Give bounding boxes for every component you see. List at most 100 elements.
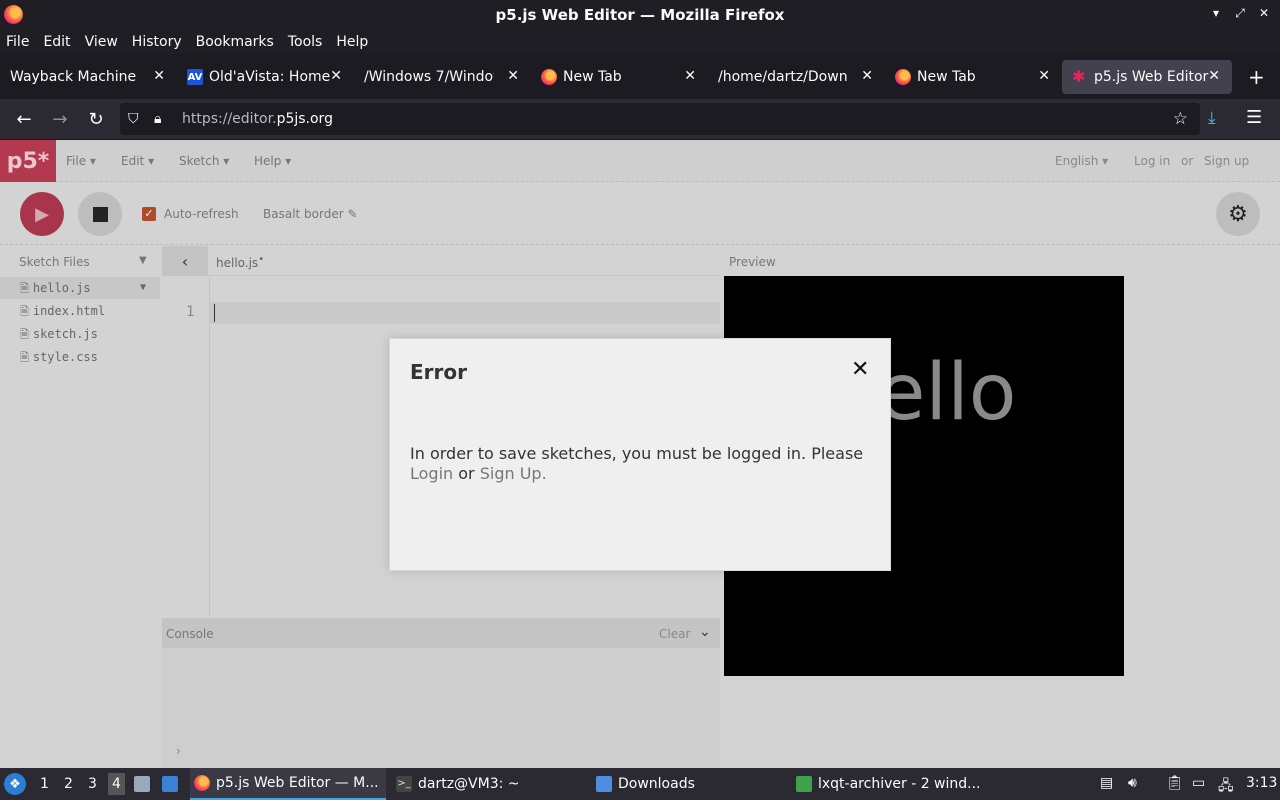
start-menu-icon[interactable]: ❖ [4,773,26,795]
firefox-logo-icon [4,5,23,24]
gear-icon: ⚙ [1228,201,1248,227]
file-item-sketch-js[interactable]: 🗎︎ sketch.js [0,323,160,345]
tab-newtab-1[interactable]: New Tab ✕ [531,60,708,94]
file-name: sketch.js [32,327,98,341]
tab-label: Wayback Machine [10,69,137,85]
modal-signup-link[interactable]: Sign Up [480,464,542,483]
menu-view[interactable]: View [85,34,118,50]
p5-menu-file[interactable]: File ▾ [66,154,96,168]
taskbar-app-firefox[interactable]: p5.js Web Editor — M... [190,768,386,800]
volume-icon[interactable]: 🔊︎ [1128,775,1137,791]
tab-close-icon[interactable]: ✕ [330,68,342,84]
workspace-1[interactable]: 1 [40,776,49,792]
collapse-sidebar-button[interactable]: ‹ [162,246,208,276]
tab-close-icon[interactable]: ✕ [1038,68,1050,84]
workspace-3[interactable]: 3 [88,776,97,792]
file-item-hello-js[interactable]: 🗎︎ hello.js ▼ [0,277,160,299]
workspace-4[interactable]: 4 [108,773,125,795]
console-clear-button[interactable]: Clear [659,627,690,641]
sketch-name[interactable]: Basalt border ✎ [263,207,358,221]
settings-button[interactable]: ⚙ [1216,192,1260,236]
hamburger-menu-icon[interactable]: ☰ [1246,107,1262,128]
minimize-button[interactable]: ▾ [1208,6,1224,21]
p5-menu-help[interactable]: Help ▾ [254,154,291,168]
stop-button[interactable] [78,192,122,236]
firefox-icon [895,69,911,85]
tab-newtab-2[interactable]: New Tab ✕ [885,60,1062,94]
workspace-2[interactable]: 2 [64,776,73,792]
chevron-down-icon[interactable]: ⌄ [699,624,711,640]
menu-bookmarks[interactable]: Bookmarks [196,34,274,50]
clipboard-icon[interactable]: 📋︎ [1166,775,1184,791]
auto-refresh-checkbox[interactable]: ✓ [142,207,156,221]
p5-menu-label: Help [254,154,282,168]
shield-icon[interactable]: ⛉ [128,111,146,127]
login-link[interactable]: Log in [1134,154,1170,168]
or-text: or [1181,154,1194,168]
url-text[interactable]: https://editor.p5js.org [182,111,333,127]
taskbar-app-terminal[interactable]: >_ dartz@VM3: ~ [396,768,520,800]
close-window-button[interactable]: ✕ [1256,6,1272,21]
forward-arrow-icon[interactable]: → [42,109,78,130]
bookmark-star-icon[interactable]: ☆ [1173,109,1188,129]
file-name: index.html [32,304,106,318]
download-icon[interactable]: ⤓ [1208,108,1216,128]
pencil-icon[interactable]: ✎ [348,207,358,221]
play-button[interactable]: ▶ [20,192,64,236]
close-icon[interactable]: ✕ [851,357,869,382]
tab-label: New Tab [917,69,976,85]
menu-edit[interactable]: Edit [43,34,70,50]
chevron-down-icon[interactable]: ▼ [139,255,147,266]
url-bar[interactable]: ⛉ 🔒︎ https://editor.p5js.org ☆ [120,103,1200,135]
language-select[interactable]: English ▾ [1055,154,1108,168]
tab-close-icon[interactable]: ✕ [1208,68,1220,84]
back-arrow-icon[interactable]: ← [6,109,42,130]
sketch-files-sidebar: Sketch Files ▼ 🗎︎ hello.js ▼ 🗎︎ index.html… [0,246,160,768]
file-item-index-html[interactable]: 🗎︎ index.html [0,300,160,322]
tab-p5-editor[interactable]: ✱ p5.js Web Editor ✕ [1062,60,1232,94]
line-gutter: 1 [162,277,210,616]
new-tab-button[interactable]: + [1248,65,1265,89]
file-name: hello.js [32,281,91,295]
p5-menu-label: File [66,154,87,168]
clock[interactable]: 3:13 [1246,775,1277,791]
taskbar-app-downloads[interactable]: Downloads [596,768,695,800]
monitor-icon[interactable]: ▭ [1192,775,1205,791]
tab-close-icon[interactable]: ✕ [153,68,165,84]
show-desktop-icon[interactable] [134,768,156,800]
modal-login-link[interactable]: Login [410,464,453,483]
menu-help[interactable]: Help [336,34,368,50]
tab-windows7[interactable]: /Windows 7/Windows ✕ [354,60,531,94]
reload-icon[interactable]: ↻ [78,109,114,130]
menu-history[interactable]: History [132,34,182,50]
p5-menu-edit[interactable]: Edit ▾ [121,154,154,168]
file-item-style-css[interactable]: 🗎︎ style.css [0,346,160,368]
chevron-down-icon[interactable]: ▼ [140,277,146,299]
console-prompt-icon[interactable]: › [176,744,181,758]
notes-icon[interactable]: ▤ [1100,775,1113,791]
tab-close-icon[interactable]: ✕ [684,68,696,84]
taskbar-app-archiver[interactable]: lxqt-archiver - 2 wind... [796,768,981,800]
tab-wayback[interactable]: Wayback Machine ✕ [0,60,177,94]
tab-close-icon[interactable]: ✕ [861,68,873,84]
network-icon[interactable]: 🖧︎ [1218,775,1234,799]
maximize-button[interactable]: ⤢ [1232,6,1248,21]
modal-title: Error [410,360,467,384]
tab-close-icon[interactable]: ✕ [507,68,519,84]
p5-logo[interactable]: p5* [0,140,56,182]
files-launcher-icon[interactable] [162,768,184,800]
lock-icon[interactable]: 🔒︎ [154,111,172,127]
code-line[interactable] [210,302,720,324]
line-number: 1 [186,304,195,320]
console-output [162,648,720,768]
file-icon: 🗎︎ [20,328,29,341]
tab-oldavista[interactable]: AV Old'aVista: Home ✕ [177,60,354,94]
signup-link[interactable]: Sign up [1204,154,1249,168]
menu-tools[interactable]: Tools [288,34,323,50]
console-panel: Console Clear ⌄ › [162,618,720,768]
tab-label: /home/dartz/Downloa [718,69,848,85]
menu-file[interactable]: File [6,34,29,50]
p5-menu-sketch[interactable]: Sketch ▾ [179,154,229,168]
desktop-icon [134,776,150,792]
tab-downloads-path[interactable]: /home/dartz/Downloa ✕ [708,60,885,94]
